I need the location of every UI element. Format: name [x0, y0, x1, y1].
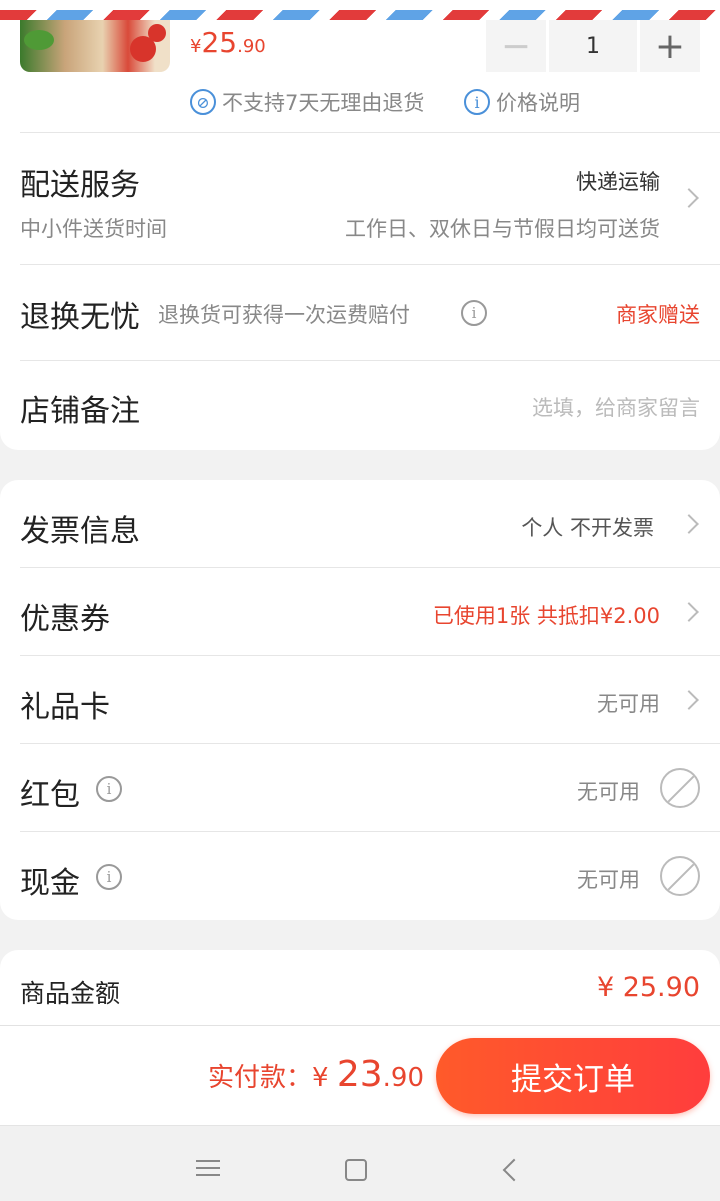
- price-info-link[interactable]: i 价格说明: [464, 87, 580, 117]
- airmail-stripe: [0, 10, 720, 20]
- info-icon[interactable]: i: [96, 864, 122, 890]
- menu-icon[interactable]: [196, 1160, 220, 1176]
- system-navigation-bar: [0, 1125, 720, 1201]
- return-worry-status: 商家赠送: [616, 303, 700, 327]
- chevron-right-icon: [679, 188, 699, 208]
- coupon-title: 优惠券: [20, 602, 110, 637]
- goods-amount-value: ¥ 25.90: [596, 972, 700, 1003]
- increase-button[interactable]: +: [640, 20, 700, 72]
- home-icon[interactable]: [345, 1159, 367, 1181]
- chevron-right-icon: [679, 602, 699, 622]
- info-icon[interactable]: i: [96, 776, 122, 802]
- invoice-value: 个人 不开发票: [521, 516, 654, 540]
- divider: [20, 567, 720, 568]
- unavailable-icon: [660, 856, 700, 896]
- chevron-right-icon: [679, 690, 699, 710]
- product-thumbnail[interactable]: [20, 20, 170, 72]
- order-item-card: ¥25.90 − 1 + ⊘ 不支持7天无理由退货 i 价格说明 配送服务 快递…: [0, 0, 720, 450]
- chevron-right-icon: [679, 514, 699, 534]
- store-note-input[interactable]: 选填，给商家留言: [532, 392, 700, 422]
- gift-card-title: 礼品卡: [20, 690, 110, 725]
- actual-payment: 实付款：¥ 23.90: [208, 1054, 424, 1095]
- submit-order-button[interactable]: 提交订单: [436, 1038, 710, 1114]
- cash-value: 无可用: [577, 868, 640, 892]
- return-worry-title: 退换无忧: [20, 300, 140, 335]
- back-icon[interactable]: [502, 1158, 526, 1182]
- cash-title: 现金: [20, 866, 80, 901]
- divider: [20, 132, 720, 133]
- delivery-sub-right: 工作日、双休日与节假日均可送货: [345, 217, 660, 241]
- divider: [20, 655, 720, 656]
- coupon-value: 已使用1张 共抵扣¥2.00: [432, 604, 660, 628]
- red-packet-value: 无可用: [577, 780, 640, 804]
- divider: [20, 360, 720, 361]
- price-info-text: 价格说明: [496, 91, 580, 115]
- return-worry-desc: 退换货可获得一次运费赔付: [158, 303, 410, 327]
- no-return-text: 不支持7天无理由退货: [222, 91, 425, 115]
- delivery-title: 配送服务: [20, 168, 140, 203]
- info-icon[interactable]: i: [461, 300, 487, 326]
- gift-card-value: 无可用: [597, 692, 660, 716]
- unavailable-icon: [660, 768, 700, 808]
- divider: [20, 264, 720, 265]
- goods-amount-label: 商品金额: [20, 979, 121, 1008]
- checkout-bar: 实付款：¥ 23.90 提交订单: [0, 1025, 720, 1126]
- delivery-sub-left: 中小件送货时间: [20, 217, 167, 241]
- no-return-icon: ⊘: [190, 89, 216, 115]
- decrease-button[interactable]: −: [486, 20, 546, 72]
- divider: [20, 743, 720, 744]
- invoice-title: 发票信息: [20, 514, 140, 549]
- quantity-value[interactable]: 1: [549, 20, 637, 72]
- payment-options-card: 发票信息 个人 不开发票 优惠券 已使用1张 共抵扣¥2.00 礼品卡 无可用 …: [0, 480, 720, 920]
- no-return-notice: ⊘ 不支持7天无理由退货: [190, 87, 424, 117]
- product-price: ¥25.90: [190, 26, 266, 59]
- info-icon: i: [464, 89, 490, 115]
- delivery-method: 快递运输: [576, 170, 660, 194]
- quantity-stepper: − 1 +: [486, 20, 700, 72]
- divider: [20, 831, 720, 832]
- red-packet-title: 红包: [20, 778, 80, 813]
- store-note-title: 店铺备注: [20, 394, 140, 429]
